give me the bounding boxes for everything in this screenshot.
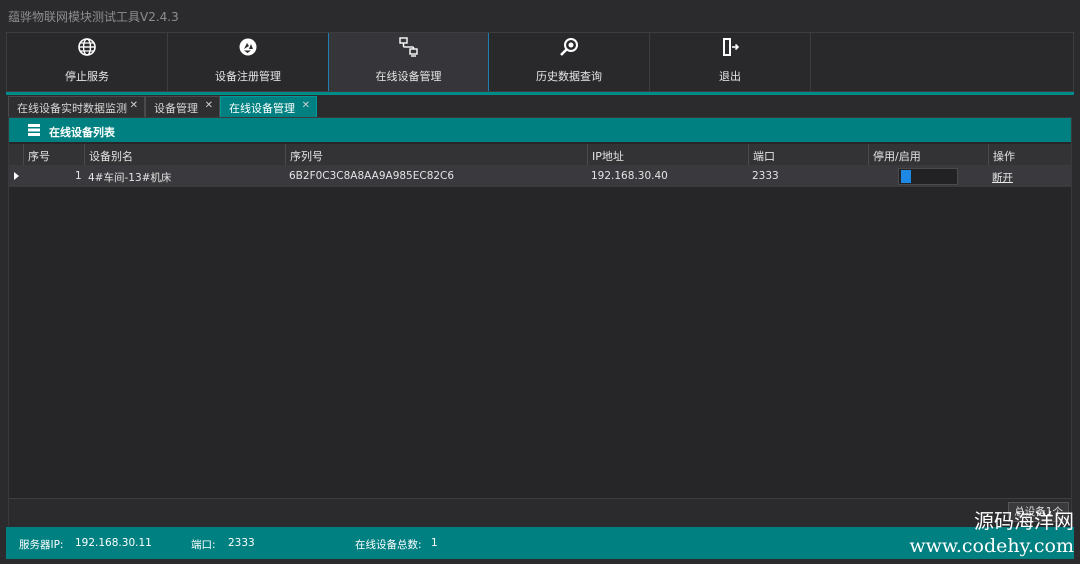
column-header-serial[interactable]: 序列号 xyxy=(285,144,587,165)
column-header-index[interactable]: 序号 xyxy=(23,144,84,165)
recycle-icon xyxy=(239,38,257,56)
toolbar-divider xyxy=(6,92,1074,95)
column-header-alias[interactable]: 设备别名 xyxy=(84,144,285,165)
column-header-ip[interactable]: IP地址 xyxy=(587,144,748,165)
online-device-button[interactable]: 在线设备管理 xyxy=(328,33,489,91)
exit-button[interactable]: 退出 xyxy=(650,33,811,91)
exit-label: 退出 xyxy=(719,70,741,83)
tab-label: 设备管理 xyxy=(154,102,198,115)
cell-ip: 192.168.30.40 xyxy=(591,170,668,182)
column-header-toggle[interactable]: 停用/启用 xyxy=(868,144,988,165)
cell-port: 2333 xyxy=(752,170,779,182)
close-icon[interactable]: ✕ xyxy=(302,100,310,111)
online-device-panel: 在线设备列表 序号 设备别名 序列号 IP地址 端口 停用/启用 操作 1 4#… xyxy=(8,117,1072,526)
stop-service-label: 停止服务 xyxy=(65,70,109,83)
tab-device-management[interactable]: 设备管理 ✕ xyxy=(145,96,220,117)
tab-realtime-monitor[interactable]: 在线设备实时数据监测 ✕ xyxy=(8,96,145,117)
stop-service-button[interactable]: 停止服务 xyxy=(7,33,168,91)
server-ip-value: 192.168.30.11 xyxy=(75,537,152,549)
panel-title: 在线设备列表 xyxy=(49,126,115,139)
title-bar: 蕴骅物联网模块测试工具V2.4.3 xyxy=(0,0,1080,32)
toggle-knob xyxy=(901,170,911,183)
enable-toggle[interactable] xyxy=(898,168,958,185)
cell-index: 1 xyxy=(75,170,82,182)
device-register-label: 设备注册管理 xyxy=(215,70,281,83)
tab-online-device-management[interactable]: 在线设备管理 ✕ xyxy=(220,96,317,117)
main-toolbar: 停止服务 设备注册管理 在线设备管理 历史数据查询 退出 xyxy=(6,32,1074,92)
server-ip-label: 服务器IP: xyxy=(19,539,64,551)
close-icon[interactable]: ✕ xyxy=(205,100,213,111)
app-title: 蕴骅物联网模块测试工具V2.4.3 xyxy=(8,10,179,24)
table-row[interactable]: 1 4#车间-13#机床 6B2F0C3C8A8AA9A985EC82C6 19… xyxy=(9,165,1071,187)
tab-label: 在线设备管理 xyxy=(229,102,295,115)
exit-door-icon xyxy=(723,38,740,56)
panel-header: 在线设备列表 xyxy=(9,118,1071,142)
column-header-port[interactable]: 端口 xyxy=(748,144,868,165)
port-label: 端口: xyxy=(191,539,216,551)
history-query-label: 历史数据查询 xyxy=(536,70,602,83)
watermark-line2: www.codehy.com xyxy=(909,535,1074,557)
globe-icon xyxy=(78,38,96,56)
close-icon[interactable]: ✕ xyxy=(130,100,138,111)
cell-alias: 4#车间-13#机床 xyxy=(88,172,172,184)
online-count-value: 1 xyxy=(431,537,438,549)
network-icon xyxy=(399,37,418,57)
column-header-action[interactable]: 操作 xyxy=(988,144,1072,165)
watermark-line1: 源码海洋网 xyxy=(974,509,1074,533)
magnifier-icon xyxy=(560,38,578,56)
watermark: 源码海洋网 www.codehy.com xyxy=(874,508,1074,558)
device-register-button[interactable]: 设备注册管理 xyxy=(168,33,329,91)
online-count-label: 在线设备总数: xyxy=(355,539,422,551)
history-query-button[interactable]: 历史数据查询 xyxy=(489,33,650,91)
tab-label: 在线设备实时数据监测 xyxy=(17,102,127,115)
cell-serial: 6B2F0C3C8A8AA9A985EC82C6 xyxy=(289,170,455,182)
online-device-label: 在线设备管理 xyxy=(375,70,442,83)
server-list-icon xyxy=(28,124,40,136)
grid-header: 序号 设备别名 序列号 IP地址 端口 停用/启用 操作 xyxy=(9,144,1071,165)
disconnect-link[interactable]: 断开 xyxy=(992,170,1013,185)
port-value: 2333 xyxy=(228,537,255,549)
row-selector-icon xyxy=(14,172,19,180)
